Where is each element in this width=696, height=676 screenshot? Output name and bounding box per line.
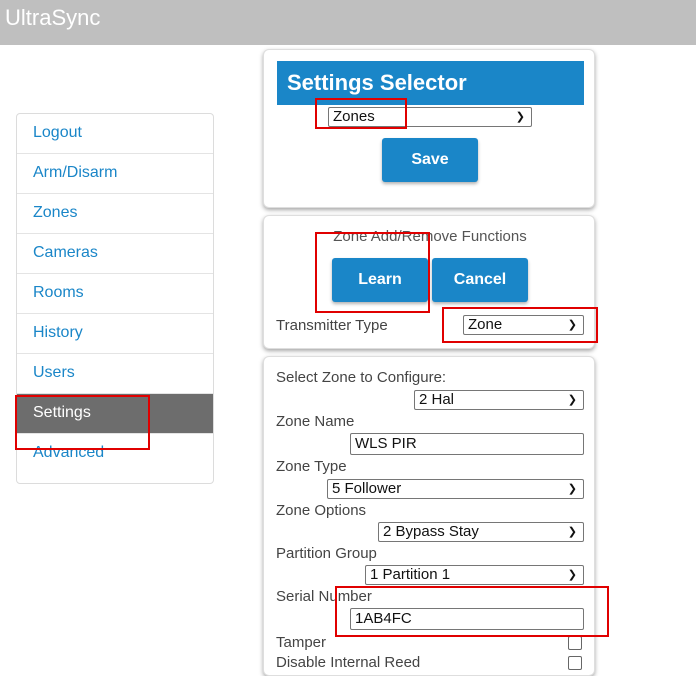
top-bar: UltraSync [0, 0, 696, 45]
sidebar-item-history[interactable]: History [17, 314, 213, 354]
app-title: UltraSync [5, 5, 101, 30]
zone-options-value: 2 Bypass Stay [383, 523, 479, 540]
partition-group-value: 1 Partition 1 [370, 566, 451, 583]
chevron-down-icon: ❯ [567, 483, 577, 495]
sidebar-item-arm-disarm[interactable]: Arm/Disarm [17, 154, 213, 194]
highlight-box-settings-select [315, 98, 407, 129]
save-button[interactable]: Save [382, 138, 478, 182]
zone-functions-title: Zone Add/Remove Functions [333, 228, 527, 245]
zone-options-label: Zone Options [276, 502, 367, 519]
tamper-label: Tamper [276, 634, 327, 651]
zone-type-label: Zone Type [276, 458, 347, 475]
sidebar-item-logout[interactable]: Logout [17, 114, 213, 154]
zone-name-input[interactable]: WLS PIR [350, 433, 584, 455]
transmitter-type-label: Transmitter Type [276, 317, 388, 334]
select-zone-dropdown[interactable]: 2 Hal ❯ [414, 390, 584, 410]
select-zone-value: 2 Hal [419, 391, 455, 408]
zone-options-select[interactable]: 2 Bypass Stay ❯ [378, 522, 584, 542]
highlight-box-learn-button [315, 232, 430, 313]
sidebar-item-zones[interactable]: Zones [17, 194, 213, 234]
chevron-down-icon: ❯ [567, 569, 577, 581]
settings-selector-panel: Settings Selector Zones ❯ Save [263, 49, 595, 208]
highlight-box-serial-number [335, 586, 609, 637]
disable-internal-reed-checkbox[interactable] [568, 656, 582, 670]
highlight-box-settings-nav [15, 395, 150, 450]
tamper-checkbox[interactable] [568, 636, 582, 650]
partition-group-select[interactable]: 1 Partition 1 ❯ [365, 565, 584, 585]
chevron-down-icon: ❯ [567, 526, 577, 538]
zone-type-select[interactable]: 5 Follower ❯ [327, 479, 584, 499]
cancel-button[interactable]: Cancel [432, 258, 528, 302]
highlight-box-transmitter-type [442, 307, 598, 343]
disable-internal-reed-label: Disable Internal Reed [276, 654, 421, 671]
chevron-down-icon: ❯ [567, 394, 577, 406]
sidebar-item-cameras[interactable]: Cameras [17, 234, 213, 274]
zone-type-value: 5 Follower [332, 480, 402, 497]
zone-name-label: Zone Name [276, 413, 355, 430]
select-zone-label: Select Zone to Configure: [276, 369, 447, 386]
sidebar-item-users[interactable]: Users [17, 354, 213, 394]
chevron-down-icon: ❯ [515, 111, 525, 123]
partition-group-label: Partition Group [276, 545, 377, 562]
sidebar-item-rooms[interactable]: Rooms [17, 274, 213, 314]
